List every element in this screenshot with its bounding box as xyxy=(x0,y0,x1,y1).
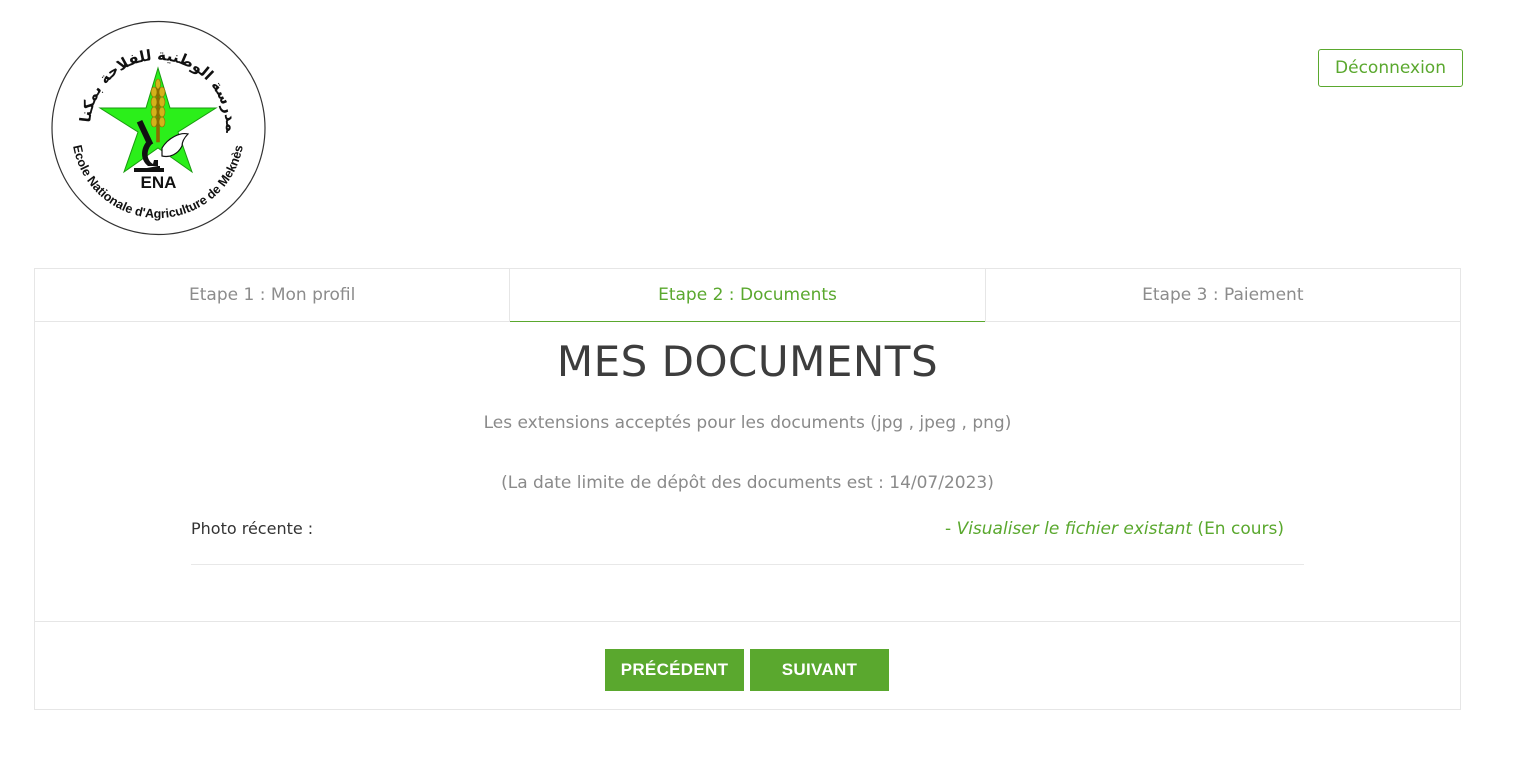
tab-step-1-profile[interactable]: Etape 1 : Mon profil xyxy=(35,269,509,321)
document-status-text: (En cours) xyxy=(1192,519,1284,539)
extensions-note: Les extensions acceptés pour les documen… xyxy=(483,413,1012,433)
next-button[interactable]: SUIVANT xyxy=(750,649,889,691)
deadline-note: (La date limite de dépôt des documents e… xyxy=(501,473,994,493)
page-title: MES DOCUMENTS xyxy=(556,337,939,386)
view-existing-file-link[interactable]: Visualiser le fichier existant xyxy=(957,519,1192,539)
document-status: - Visualiser le fichier existant (En cou… xyxy=(945,519,1284,539)
school-logo: المدرسة الوطنية للفلاحة بمكناس Ecole Nat… xyxy=(40,6,267,236)
tab-step-2-documents[interactable]: Etape 2 : Documents xyxy=(509,269,985,322)
wizard-card: Etape 1 : Mon profil Etape 2 : Documents… xyxy=(34,268,1461,710)
document-row-photo: Photo récente : - Visualiser le fichier … xyxy=(191,513,1304,565)
logout-button[interactable]: Déconnexion xyxy=(1318,49,1463,87)
previous-button[interactable]: PRÉCÉDENT xyxy=(605,649,744,691)
document-prefix: - xyxy=(945,519,957,539)
logo-abbr: ENA xyxy=(141,173,177,192)
step-tabs: Etape 1 : Mon profil Etape 2 : Documents… xyxy=(35,269,1460,322)
document-label: Photo récente : xyxy=(191,519,314,538)
tab-step-3-payment[interactable]: Etape 3 : Paiement xyxy=(984,269,1460,321)
card-footer: PRÉCÉDENT SUIVANT xyxy=(35,621,1460,710)
